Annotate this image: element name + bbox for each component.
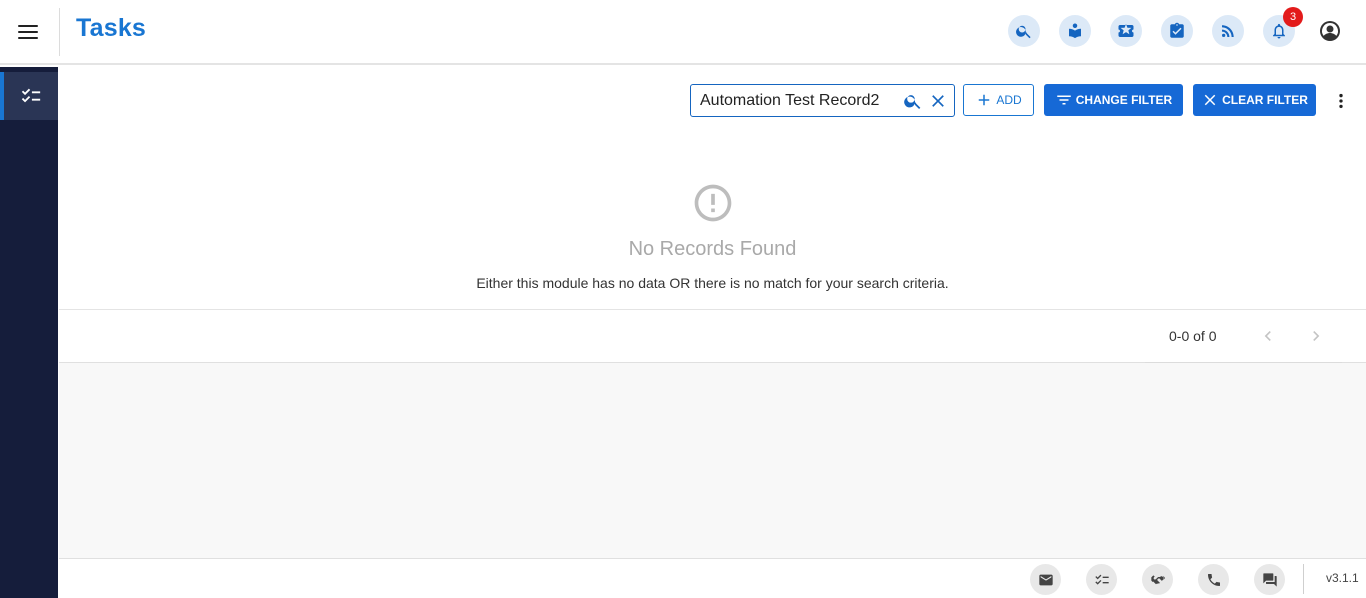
close-icon	[1204, 94, 1216, 106]
handshake-icon[interactable]	[1142, 564, 1173, 595]
empty-state-title: No Records Found	[628, 238, 797, 260]
email-icon[interactable]	[1030, 564, 1061, 595]
search-input[interactable]	[700, 90, 900, 112]
sidebar	[0, 67, 58, 598]
phone-icon[interactable]	[1198, 564, 1229, 595]
header-divider	[59, 8, 60, 56]
version-label: v3.1.1	[1326, 571, 1359, 585]
menu-icon[interactable]	[18, 25, 38, 39]
search-box	[690, 84, 955, 117]
reader-icon[interactable]	[1059, 15, 1091, 47]
chevron-left-icon[interactable]	[1258, 326, 1278, 346]
checklist-icon[interactable]	[1086, 564, 1117, 595]
footer-divider	[1303, 564, 1304, 594]
alert-circle-icon	[691, 181, 735, 225]
add-button-label: ADD	[996, 93, 1022, 107]
divider	[59, 309, 1366, 310]
plus-icon	[979, 94, 990, 106]
filter-icon	[1057, 95, 1071, 105]
header-actions: 3	[989, 7, 1346, 47]
empty-state-description: Either this module has no data OR there …	[476, 275, 949, 291]
ticket-icon[interactable]	[1110, 15, 1142, 47]
change-filter-button[interactable]: CHANGE FILTER	[1044, 84, 1183, 116]
pagination-range: 0-0 of 0	[1169, 328, 1217, 344]
records-panel: ADD CHANGE FILTER CLEAR FILTER No Record…	[59, 67, 1366, 363]
search-icon[interactable]	[903, 91, 923, 111]
main-content: ADD CHANGE FILTER CLEAR FILTER No Record…	[59, 67, 1366, 558]
pagination-underline	[1145, 362, 1342, 363]
add-button[interactable]: ADD	[963, 84, 1034, 116]
checklist-icon	[21, 88, 41, 103]
close-icon[interactable]	[928, 91, 948, 111]
clipboard-check-icon[interactable]	[1161, 15, 1193, 47]
change-filter-label: CHANGE FILTER	[1075, 93, 1173, 107]
notification-badge: 3	[1283, 7, 1303, 27]
more-options-icon[interactable]	[1331, 89, 1351, 113]
chevron-right-icon[interactable]	[1306, 326, 1326, 346]
clear-filter-label: CLEAR FILTER	[1222, 93, 1308, 107]
chat-icon[interactable]	[1254, 564, 1285, 595]
app-header: Tasks 3	[0, 0, 1366, 65]
rss-icon[interactable]	[1212, 15, 1244, 47]
bell-icon[interactable]: 3	[1263, 7, 1303, 47]
sidebar-item-tasks[interactable]	[0, 72, 58, 120]
clear-filter-button[interactable]: CLEAR FILTER	[1193, 84, 1316, 116]
search-icon[interactable]	[1008, 15, 1040, 47]
account-icon[interactable]	[1314, 15, 1346, 47]
page-title: Tasks	[76, 14, 147, 42]
footer: v3.1.1	[59, 558, 1366, 598]
